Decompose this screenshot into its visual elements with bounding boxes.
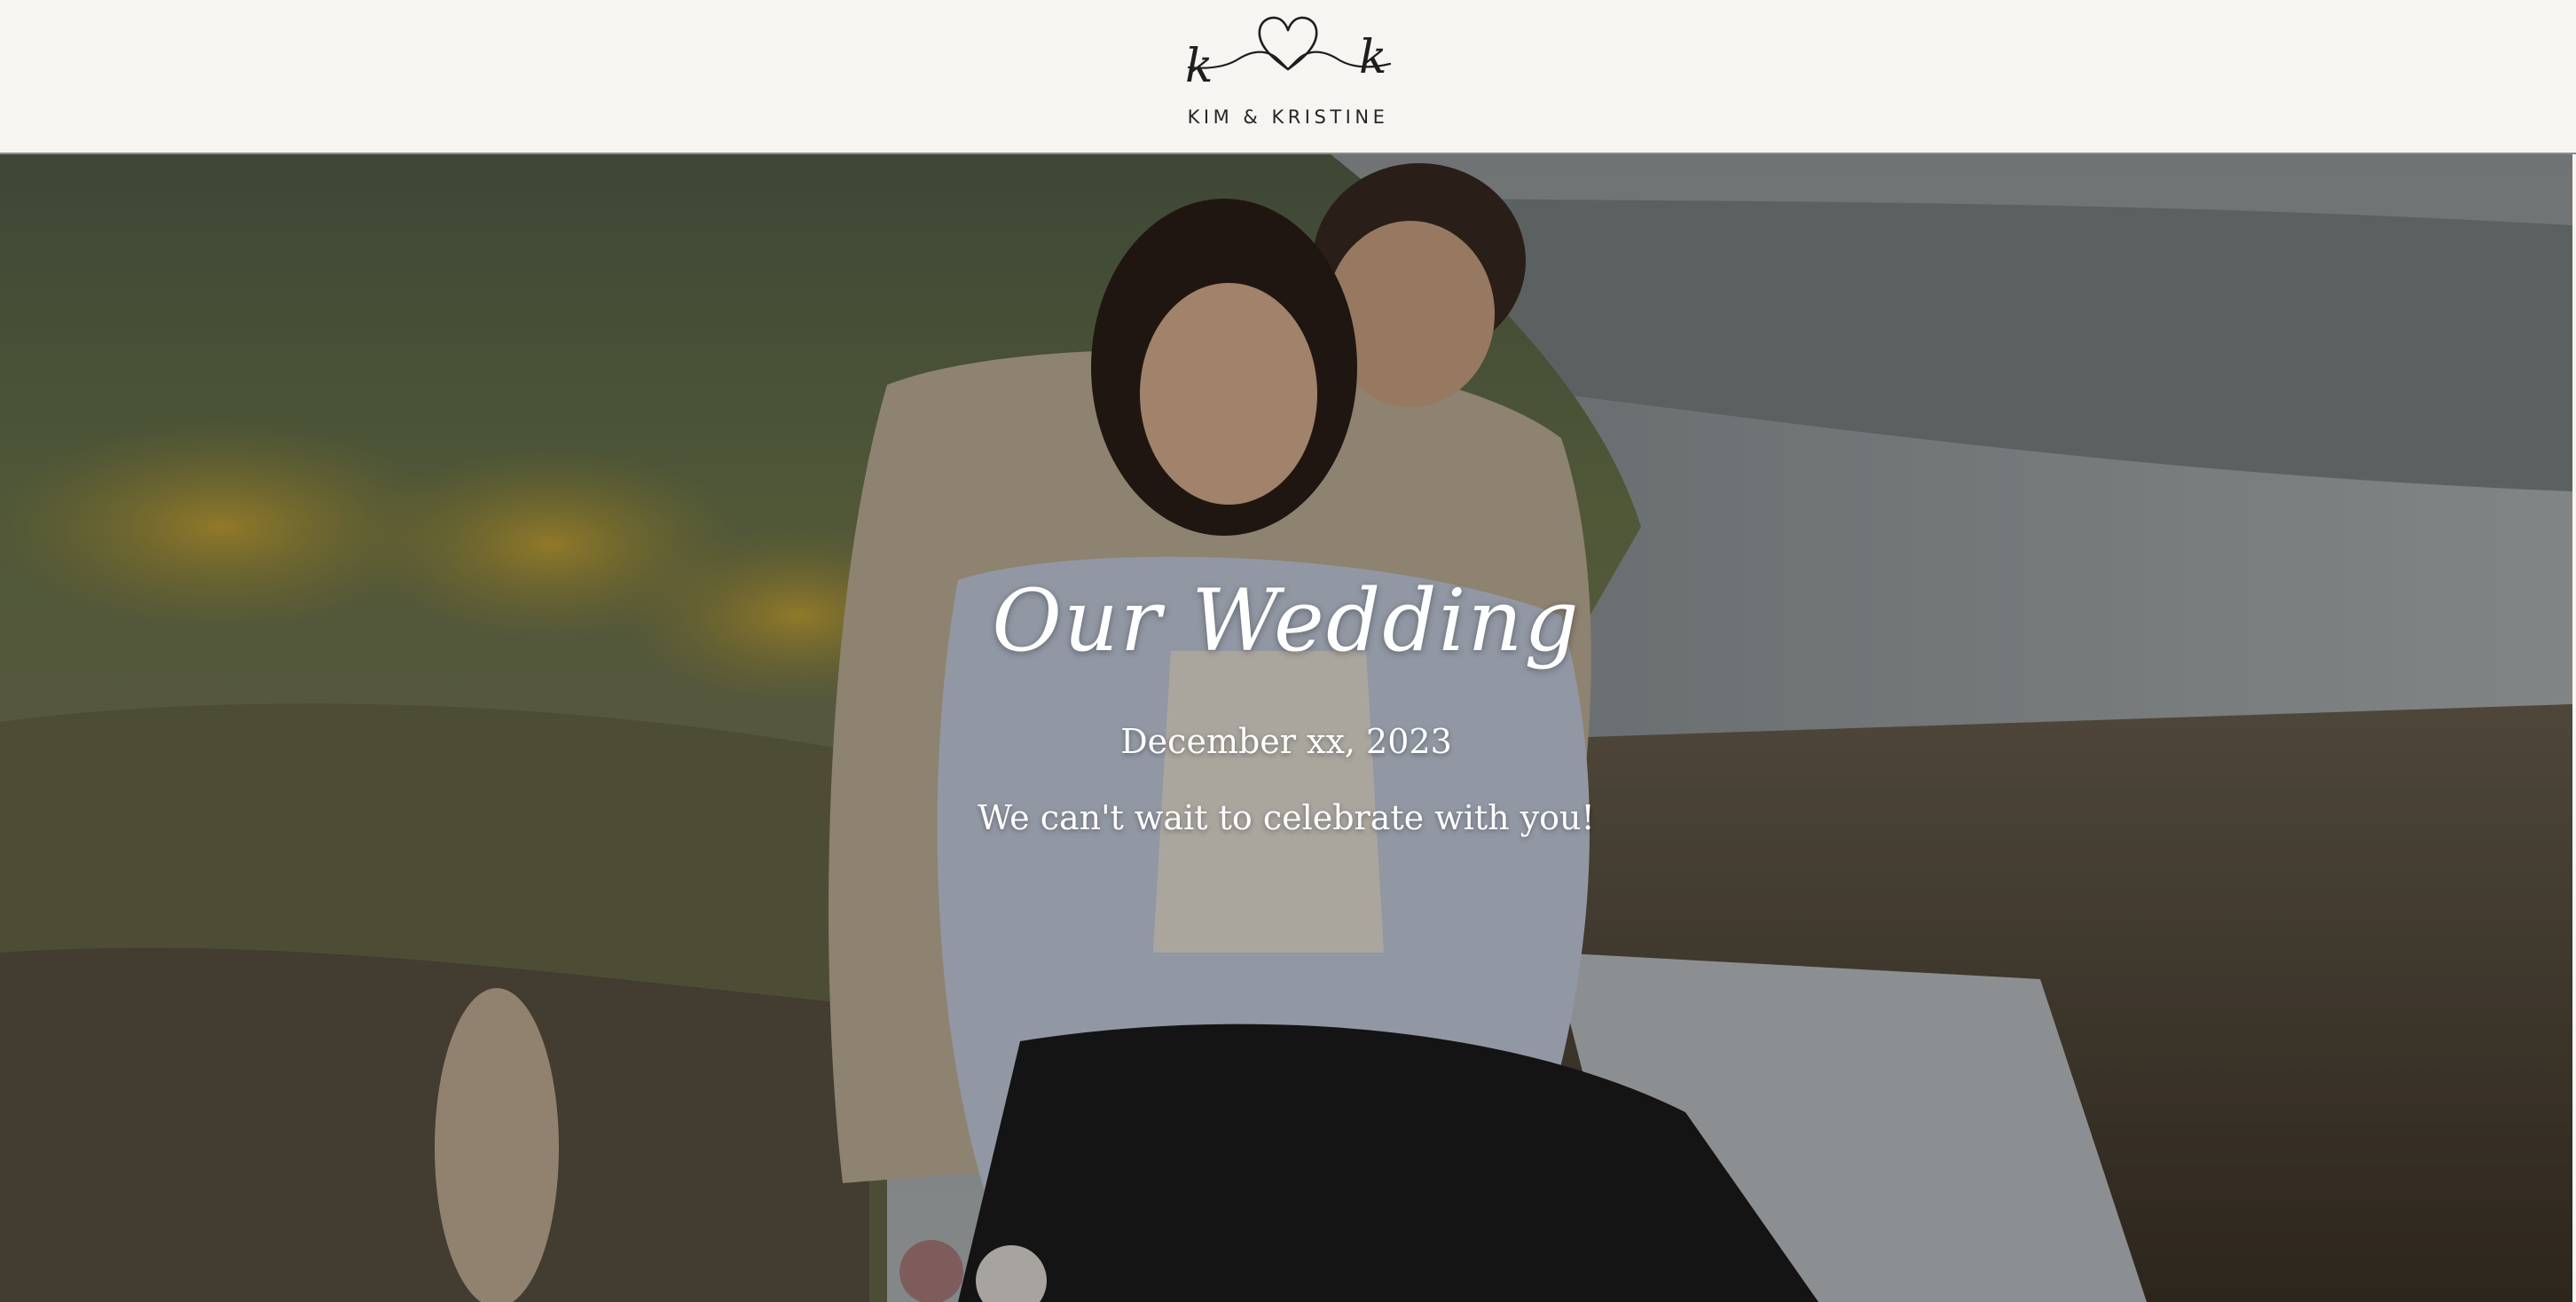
logo-text: KIM & KRISTINE <box>1187 106 1389 128</box>
hero-text-block: Our Wedding December xx, 2023 We can't w… <box>0 154 2572 1302</box>
page: k k KIM & KRISTINE Our Wedding December … <box>0 0 2576 1302</box>
hero-title: Our Wedding <box>992 571 1581 671</box>
hero-section: Our Wedding December xx, 2023 We can't w… <box>0 154 2572 1302</box>
site-logo[interactable]: k k KIM & KRISTINE <box>1155 5 1421 147</box>
page-edge <box>2572 154 2576 1302</box>
logo-initial-left: k <box>1185 40 1213 93</box>
hero-date: December xx, 2023 <box>1120 722 1452 761</box>
heart-monogram-icon: k k <box>1185 16 1392 93</box>
site-header: k k KIM & KRISTINE <box>0 0 2576 154</box>
hero-subtitle: We can't wait to celebrate with you! <box>978 798 1595 837</box>
logo-initial-right: k <box>1359 31 1387 84</box>
